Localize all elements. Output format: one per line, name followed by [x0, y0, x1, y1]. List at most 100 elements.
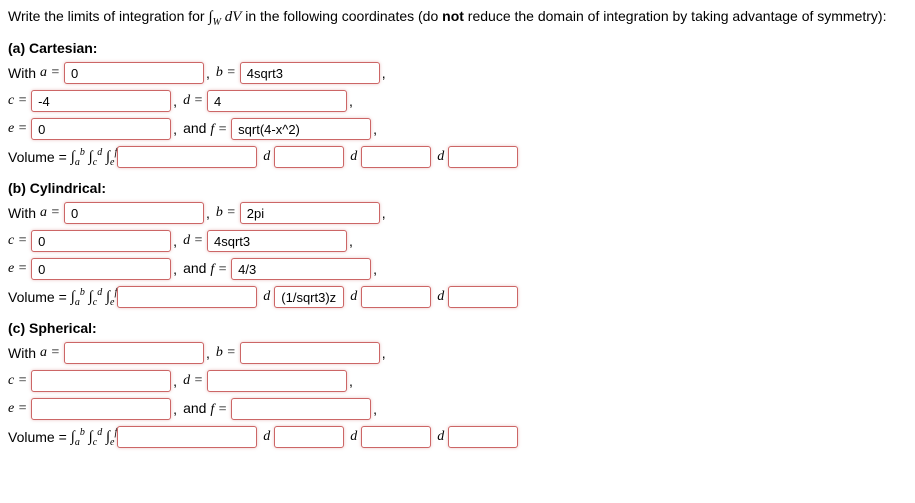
part-c-input-f[interactable]: [231, 398, 371, 420]
part-c-input-c[interactable]: [31, 370, 171, 392]
comma: ,: [373, 261, 377, 277]
b-eq-label: b =: [216, 65, 236, 81]
comma: ,: [206, 345, 210, 361]
part-b-input-integrand[interactable]: [117, 286, 257, 308]
part-a-input-d1[interactable]: [274, 146, 344, 168]
e-eq-label: e =: [8, 401, 27, 417]
d-label: d: [263, 429, 270, 445]
and-f-label: and f =: [183, 400, 227, 418]
part-b-title: (b) Cylindrical:: [8, 180, 907, 196]
part-a-row-volume: Volume = ∫ab ∫cd ∫ef d d d: [8, 146, 907, 168]
comma: ,: [382, 345, 386, 361]
part-c-input-b[interactable]: [240, 342, 380, 364]
prompt-not: not: [442, 8, 464, 24]
part-b-input-d3[interactable]: [448, 286, 518, 308]
d-label: d: [350, 149, 357, 165]
part-a-row-cd: c = , d = ,: [8, 90, 907, 112]
part-a-row-ef: e = , and f = ,: [8, 118, 907, 140]
part-c-input-a[interactable]: [64, 342, 204, 364]
d-eq-label: d =: [183, 233, 203, 249]
prompt-pre: Write the limits of integration for: [8, 8, 208, 24]
part-a-row-ab: With a = , b = ,: [8, 62, 907, 84]
part-a-input-d[interactable]: [207, 90, 347, 112]
part-c-input-d[interactable]: [207, 370, 347, 392]
part-a-input-e[interactable]: [31, 118, 171, 140]
e-eq-label: e =: [8, 261, 27, 277]
part-c-row-cd: c = , d = ,: [8, 370, 907, 392]
comma: ,: [373, 401, 377, 417]
part-a-input-d2[interactable]: [361, 146, 431, 168]
e-eq-label: e =: [8, 121, 27, 137]
comma: ,: [173, 401, 177, 417]
part-b-input-d2[interactable]: [361, 286, 431, 308]
comma: ,: [349, 93, 353, 109]
comma: ,: [349, 233, 353, 249]
a-eq-label: a =: [40, 65, 60, 81]
part-c-input-d2[interactable]: [361, 426, 431, 448]
volume-label: Volume =: [8, 149, 67, 165]
a-eq-label: a =: [40, 205, 60, 221]
b-eq-label: b =: [216, 205, 236, 221]
comma: ,: [206, 65, 210, 81]
part-a-title: (a) Cartesian:: [8, 40, 907, 56]
c-eq-label: c =: [8, 373, 27, 389]
part-a-input-f[interactable]: [231, 118, 371, 140]
with-label: With: [8, 205, 36, 221]
c-eq-label: c =: [8, 233, 27, 249]
d-label: d: [350, 429, 357, 445]
part-b-input-e[interactable]: [31, 258, 171, 280]
triple-integral: ∫ab ∫cd ∫ef: [71, 147, 118, 168]
comma: ,: [382, 205, 386, 221]
a-eq-label: a =: [40, 345, 60, 361]
part-c-row-ab: With a = , b = ,: [8, 342, 907, 364]
part-a-input-d3[interactable]: [448, 146, 518, 168]
part-b-input-a[interactable]: [64, 202, 204, 224]
d-label: d: [437, 149, 444, 165]
prompt-integral: ∫W dV: [208, 9, 241, 25]
part-b-input-b[interactable]: [240, 202, 380, 224]
volume-label: Volume =: [8, 289, 67, 305]
b-eq-label: b =: [216, 345, 236, 361]
comma: ,: [173, 121, 177, 137]
comma: ,: [349, 373, 353, 389]
d-eq-label: d =: [183, 373, 203, 389]
with-label: With: [8, 65, 36, 81]
and-f-label: and f =: [183, 260, 227, 278]
prompt-post2: reduce the domain of integration by taki…: [464, 8, 887, 24]
comma: ,: [373, 121, 377, 137]
and-f-label: and f =: [183, 120, 227, 138]
comma: ,: [206, 205, 210, 221]
part-a-input-integrand[interactable]: [117, 146, 257, 168]
question-prompt: Write the limits of integration for ∫W d…: [8, 8, 907, 28]
prompt-post: in the following coordinates (do: [241, 8, 442, 24]
part-c-input-e[interactable]: [31, 398, 171, 420]
part-b-row-ef: e = , and f = ,: [8, 258, 907, 280]
part-b-input-d1[interactable]: [274, 286, 344, 308]
volume-label: Volume =: [8, 429, 67, 445]
part-a-input-a[interactable]: [64, 62, 204, 84]
part-a-input-c[interactable]: [31, 90, 171, 112]
part-a-input-b[interactable]: [240, 62, 380, 84]
d-label: d: [437, 429, 444, 445]
part-b-row-volume: Volume = ∫ab ∫cd ∫ef d d d: [8, 286, 907, 308]
comma: ,: [382, 65, 386, 81]
part-b-row-ab: With a = , b = ,: [8, 202, 907, 224]
part-b-input-c[interactable]: [31, 230, 171, 252]
part-c-title: (c) Spherical:: [8, 320, 907, 336]
with-label: With: [8, 345, 36, 361]
triple-integral: ∫ab ∫cd ∫ef: [71, 427, 118, 448]
part-c-row-volume: Volume = ∫ab ∫cd ∫ef d d d: [8, 426, 907, 448]
part-c-input-d1[interactable]: [274, 426, 344, 448]
d-label: d: [263, 149, 270, 165]
d-eq-label: d =: [183, 93, 203, 109]
c-eq-label: c =: [8, 93, 27, 109]
part-b-input-f[interactable]: [231, 258, 371, 280]
part-b-input-d[interactable]: [207, 230, 347, 252]
d-label: d: [437, 289, 444, 305]
triple-integral: ∫ab ∫cd ∫ef: [71, 287, 118, 308]
comma: ,: [173, 233, 177, 249]
part-b-row-cd: c = , d = ,: [8, 230, 907, 252]
part-c-input-d3[interactable]: [448, 426, 518, 448]
part-c-row-ef: e = , and f = ,: [8, 398, 907, 420]
part-c-input-integrand[interactable]: [117, 426, 257, 448]
